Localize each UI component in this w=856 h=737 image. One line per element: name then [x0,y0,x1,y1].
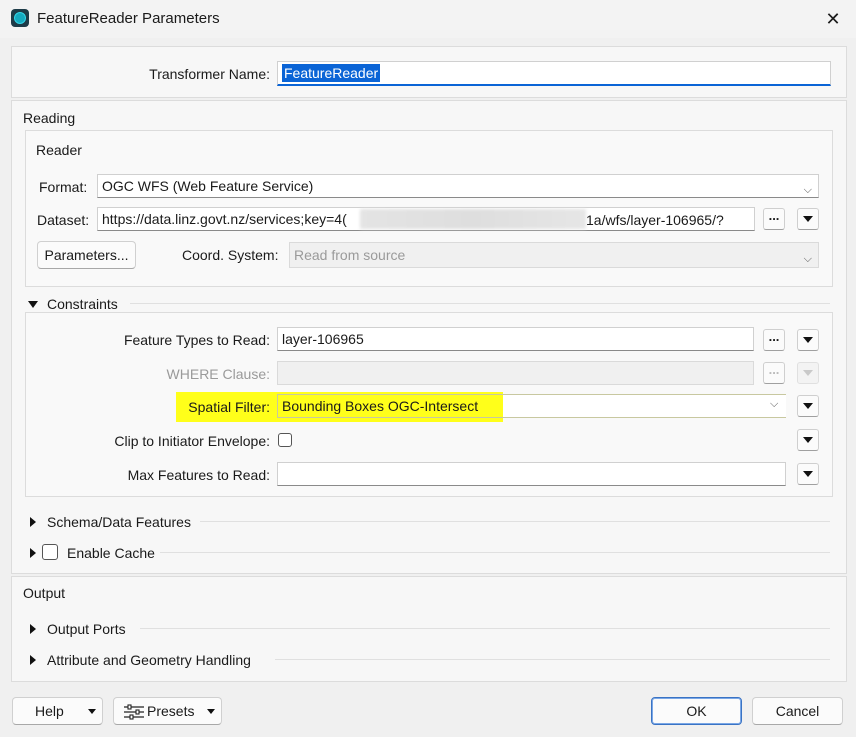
constraints-divider [130,303,830,304]
feature-types-label: Feature Types to Read: [123,332,270,348]
transformer-name-input[interactable]: FeatureReader [277,61,831,86]
coord-system-placeholder: Read from source [294,247,406,263]
chevron-down-icon: ⌵ [770,398,779,410]
schema-expand-icon[interactable] [28,514,38,527]
spatial-filter-menu-button[interactable] [797,395,819,417]
schema-title[interactable]: Schema/Data Features [47,514,191,530]
chevron-down-icon: ⌵ [803,184,812,196]
where-clause-input[interactable] [277,361,754,385]
presets-label: Presets [147,703,195,719]
constraints-title[interactable]: Constraints [47,296,118,312]
output-ports-title[interactable]: Output Ports [47,621,126,637]
presets-button[interactable]: Presets [113,697,222,725]
where-clause-browse-button[interactable]: ... [763,362,785,384]
spatial-filter-field-bg [503,395,786,417]
constraints-collapse-icon[interactable] [28,296,40,308]
attr-geom-divider [275,659,830,660]
redacted-key [360,209,586,229]
where-clause-menu-button[interactable] [797,362,819,384]
cache-divider [160,552,830,553]
output-ports-expand-icon[interactable] [28,621,38,634]
presets-dropdown-icon [207,709,215,714]
attr-geom-expand-icon[interactable] [28,652,38,665]
output-title: Output [23,585,66,601]
parameters-button[interactable]: Parameters... [37,241,136,269]
coord-system-label: Coord. System: [182,247,279,263]
coord-system-select[interactable]: Read from source ⌵ [289,242,819,268]
cancel-button[interactable]: Cancel [752,697,843,725]
dataset-menu-button[interactable] [797,208,819,230]
clip-envelope-menu-button[interactable] [797,429,819,451]
help-label: Help [35,703,64,719]
reading-title: Reading [23,110,76,126]
spatial-filter-value: Bounding Boxes OGC-Intersect [282,398,479,414]
where-clause-label: WHERE Clause: [166,366,270,382]
format-label: Format: [39,179,88,195]
sliders-icon [124,704,144,720]
reader-title: Reader [36,142,82,158]
dataset-suffix: 1a/wfs/layer-106965/? [586,212,724,228]
max-features-input[interactable] [277,462,786,486]
transformer-name-label: Transformer Name: [149,66,270,82]
close-icon[interactable]: ✕ [818,4,848,34]
max-features-menu-button[interactable] [797,463,819,485]
cache-expand-icon[interactable] [28,545,38,558]
spatial-filter-label: Spatial Filter: [188,399,270,415]
cache-title[interactable]: Enable Cache [67,545,155,561]
format-select[interactable]: OGC WFS (Web Feature Service) ⌵ [97,174,819,198]
max-features-label: Max Features to Read: [127,467,270,483]
feature-types-browse-button[interactable]: ... [763,329,785,351]
app-icon [11,9,29,27]
help-dropdown-icon [88,709,96,714]
feature-types-input[interactable]: layer-106965 [277,327,754,351]
enable-cache-checkbox[interactable] [42,544,58,560]
clip-envelope-checkbox[interactable] [278,433,292,447]
clip-envelope-label: Clip to Initiator Envelope: [114,433,270,449]
chevron-down-icon: ⌵ [803,253,812,265]
help-button[interactable]: Help [12,697,103,725]
ok-button[interactable]: OK [651,697,742,725]
dataset-prefix: https://data.linz.govt.nz/services;key=4… [102,211,347,227]
window-title: FeatureReader Parameters [37,10,220,27]
schema-divider [200,521,830,522]
dataset-label: Dataset: [37,212,90,228]
transformer-name-value: FeatureReader [282,64,381,82]
output-ports-divider [140,628,830,629]
attr-geom-title[interactable]: Attribute and Geometry Handling [47,652,251,668]
format-value: OGC WFS (Web Feature Service) [102,178,314,194]
dataset-browse-button[interactable]: ... [763,208,785,230]
feature-types-menu-button[interactable] [797,329,819,351]
feature-types-value: layer-106965 [282,331,364,347]
